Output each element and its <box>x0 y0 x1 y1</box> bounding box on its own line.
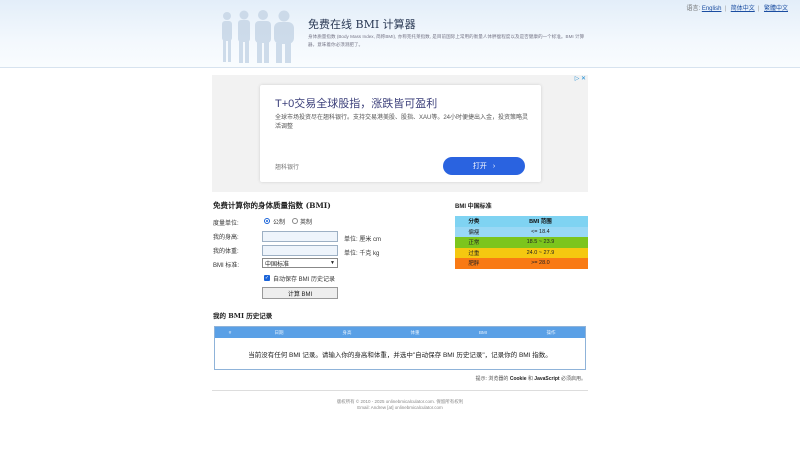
table-header-row: 分类 BMI 范围 <box>455 216 588 227</box>
autosave-checkbox[interactable]: ✓ <box>264 275 270 281</box>
ad-body: 全球市场投资尽在翘科银行。支持交易港美股、股指、XAU等。24小时便捷出入金，投… <box>275 115 529 130</box>
table-header-category: 分类 <box>455 216 493 227</box>
site-title: 免费在线 BMI 计算器 <box>308 18 416 31</box>
height-label: 我的身高: <box>213 235 239 241</box>
people-silhouette-logo <box>222 10 294 63</box>
weight-unit-label: 单位: 千克 kg <box>344 251 380 257</box>
form-title: 免费计算你的身体质量指数 (BMI) <box>213 201 331 210</box>
note-and: 和 <box>527 376 533 382</box>
height-input[interactable] <box>262 231 338 242</box>
note-prefix: 提示: 浏览器的 <box>475 376 509 382</box>
weight-label: 我的体重: <box>213 249 239 255</box>
history-col-actions: 操作 <box>546 329 556 335</box>
table-row: 正常 18.5 ~ 23.9 <box>455 237 588 248</box>
unit-metric-radio[interactable] <box>264 218 270 224</box>
ad-open-button[interactable]: 打开 › <box>443 157 525 175</box>
ad-brand: 翘科银行 <box>275 165 300 171</box>
category-cell: 过重 <box>468 250 480 257</box>
category-cell: 偏瘦 <box>468 229 480 236</box>
table-header-range: BMI 范围 <box>492 216 588 227</box>
history-col-date: 日期 <box>274 329 284 335</box>
unit-imperial-radio[interactable] <box>292 218 298 224</box>
site-description: 身体质量指数 (Body Mass Index, 简称BMI), 亦称克托莱指数… <box>308 34 585 47</box>
table-row: 肥胖 >= 28.0 <box>455 258 588 269</box>
history-col-height: 身高 <box>342 329 352 335</box>
unit-label: 度量单位: <box>213 221 239 227</box>
table-row: 过重 24.0 ~ 27.9 <box>455 247 588 258</box>
history-table: # 日期 身高 体重 BMI 操作 当前没有任何 BMI 记录。请输入你的身高和… <box>214 326 586 370</box>
autosave-label[interactable]: 自动保存 BMI 历史记录 <box>273 274 335 283</box>
bmi-standard-title: BMI 中国标准 <box>455 204 492 210</box>
weight-input[interactable] <box>262 245 338 256</box>
category-cell: 肥胖 <box>468 261 480 268</box>
category-cell: 正常 <box>468 240 480 247</box>
range-cell: >= 28.0 <box>531 260 550 267</box>
ad-card[interactable]: T+0交易全球股指，涨跌皆可盈利 全球市场投资尽在翘科银行。支持交易港美股、股指… <box>260 85 541 182</box>
range-cell: 24.0 ~ 27.9 <box>526 249 555 256</box>
note-javascript: JavaScript <box>534 376 560 382</box>
history-empty-message: 当前没有任何 BMI 记录。请输入你的身高和体重，并选中"自动保存 BMI 历史… <box>248 352 552 359</box>
advertisement[interactable]: ▷ ✕ T+0交易全球股指，涨跌皆可盈利 全球市场投资尽在翘科银行。支持交易港美… <box>212 75 588 192</box>
history-col-weight: 体重 <box>410 329 420 335</box>
language-switcher: 语言: English | 简体中文 | 繁體中文 <box>686 6 788 12</box>
ad-choices-icon[interactable]: ▷ ✕ <box>575 75 586 82</box>
standard-label: BMI 标准: <box>213 263 240 269</box>
standard-select[interactable]: 中国标准 ▼ <box>262 258 338 268</box>
ad-headline[interactable]: T+0交易全球股指，涨跌皆可盈利 <box>275 95 437 111</box>
bmi-standard-table: 分类 BMI 范围 偏瘦 <= 18.4 正常 18.5 ~ 23.9 过重 2… <box>455 216 588 269</box>
standard-select-value: 中国标准 <box>265 261 290 268</box>
site-header: 语言: English | 简体中文 | 繁體中文 免费在线 BMI 计算器 身体质… <box>0 0 800 68</box>
language-label: 语言: <box>686 6 701 12</box>
chevron-down-icon: ▼ <box>330 260 335 266</box>
table-row: 偏瘦 <= 18.4 <box>455 226 588 237</box>
unit-metric-label[interactable]: 公制 <box>273 217 285 226</box>
note-suffix: 必须启用。 <box>560 376 586 382</box>
range-cell: <= 18.4 <box>531 228 550 235</box>
history-title: 我的 BMI 历史记录 <box>213 312 273 320</box>
note-cookie: Cookie <box>509 376 527 382</box>
site-footer: 版权所有 © 2010 - 2025 onlinebmicalculator.c… <box>212 390 588 411</box>
range-cell: 18.5 ~ 23.9 <box>526 239 555 246</box>
contact-email: Email: Andrew [at] onlinebmicalculator.c… <box>357 405 443 410</box>
history-note: 提示: 浏览器的 Cookie 和 JavaScript 必须启用。 <box>476 375 586 382</box>
language-link-traditional-chinese[interactable]: 繁體中文 <box>764 6 788 12</box>
unit-imperial-label[interactable]: 英制 <box>300 217 312 226</box>
ad-open-label: 打开 <box>472 163 487 170</box>
language-link-simplified-chinese[interactable]: 简体中文 <box>731 6 755 12</box>
history-col-bmi: BMI <box>478 330 487 335</box>
history-col-index: # <box>228 330 232 335</box>
height-unit-label: 单位: 厘米 cm <box>344 237 381 243</box>
calculate-bmi-button[interactable]: 计算 BMI <box>262 287 338 299</box>
history-header-row: # 日期 身高 体重 BMI 操作 <box>215 327 585 338</box>
chevron-right-icon: › <box>492 162 496 170</box>
language-link-english[interactable]: English <box>702 6 722 12</box>
